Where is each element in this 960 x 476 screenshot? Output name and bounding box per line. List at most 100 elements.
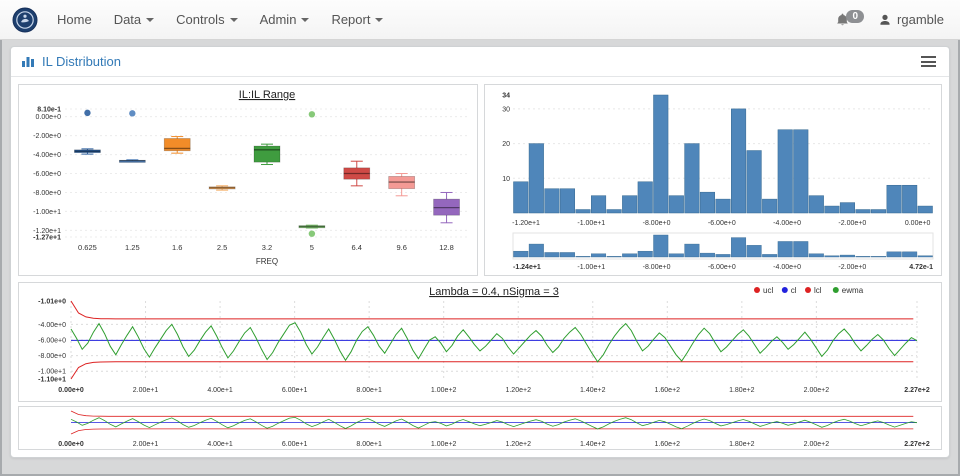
svg-text:ewma: ewma [842,286,864,295]
nav-item-report-label: Report [331,0,370,39]
svg-text:lcl: lcl [814,286,822,295]
ewma-range-selector[interactable]: 0.00e+02.00e+14.00e+16.00e+18.00e+11.00e… [19,407,941,449]
boxplot-chart[interactable]: IL:IL Range8.10e-10.00e+0-2.00e+0-4.00e+… [19,85,477,275]
svg-text:0.625: 0.625 [78,243,97,252]
caret-down-icon [230,18,238,22]
svg-text:2.00e+2: 2.00e+2 [804,387,830,394]
svg-text:6.00e+1: 6.00e+1 [282,441,308,448]
svg-text:-6.00e+0: -6.00e+0 [38,337,66,344]
svg-text:3.2: 3.2 [262,243,272,252]
svg-text:34: 34 [502,93,510,100]
svg-text:1.6: 1.6 [172,243,182,252]
svg-text:8.10e-1: 8.10e-1 [37,107,61,114]
svg-text:10: 10 [502,176,510,183]
svg-text:-8.00e+0: -8.00e+0 [38,353,66,360]
svg-text:2.00e+1: 2.00e+1 [133,387,159,394]
svg-text:4.72e-1: 4.72e-1 [909,264,933,271]
svg-text:1.60e+2: 1.60e+2 [655,387,681,394]
svg-text:-2.00e+0: -2.00e+0 [33,133,61,140]
boxplot-frame: IL:IL Range8.10e-10.00e+0-2.00e+0-4.00e+… [18,84,478,276]
svg-text:-1.00e+1: -1.00e+1 [33,209,61,216]
svg-text:9.6: 9.6 [396,243,406,252]
nav-item-home[interactable]: Home [46,0,103,39]
svg-text:-4.00e+0: -4.00e+0 [33,152,61,159]
svg-text:ucl: ucl [763,286,773,295]
svg-text:-8.00e+0: -8.00e+0 [643,264,671,271]
nav-item-admin-label: Admin [260,0,297,39]
crest-logo-icon [12,7,38,33]
caret-down-icon [146,18,154,22]
svg-text:6.4: 6.4 [352,243,362,252]
bar-chart-icon [21,55,35,68]
nav-item-data[interactable]: Data [103,0,165,39]
username-label: rgamble [897,12,944,27]
svg-text:8.00e+1: 8.00e+1 [356,441,382,448]
svg-text:-1.00e+1: -1.00e+1 [38,369,66,376]
svg-text:2.27e+2: 2.27e+2 [904,387,930,394]
nav-item-admin[interactable]: Admin [249,0,321,39]
svg-text:30: 30 [502,106,510,113]
svg-text:-2.00e+0: -2.00e+0 [838,264,866,271]
svg-text:-6.00e+0: -6.00e+0 [33,171,61,178]
svg-text:0.00e+0: 0.00e+0 [905,220,931,227]
svg-text:Lambda = 0.4, nSigma = 3: Lambda = 0.4, nSigma = 3 [429,286,559,298]
histogram-frame: 34 30 20 10 -1.20e+1 -1.00e+1 -8.00e+0 -6.00e+0… [484,84,942,276]
svg-text:8.00e+1: 8.00e+1 [356,387,382,394]
svg-text:2.00e+2: 2.00e+2 [804,441,830,448]
user-menu[interactable]: rgamble [878,12,944,27]
svg-text:1.60e+2: 1.60e+2 [655,441,681,448]
svg-text:1.80e+2: 1.80e+2 [729,441,755,448]
ewma-range-frame: 0.00e+02.00e+14.00e+16.00e+18.00e+11.00e… [18,406,942,450]
panel-title: IL Distribution [42,54,121,69]
svg-text:1.00e+2: 1.00e+2 [431,387,457,394]
svg-text:20: 20 [502,141,510,148]
svg-text:-8.00e+0: -8.00e+0 [643,220,671,227]
nav-item-home-label: Home [57,0,92,39]
svg-text:-1.00e+1: -1.00e+1 [577,220,605,227]
svg-text:cl: cl [791,286,797,295]
ewma-frame: Lambda = 0.4, nSigma = 3 ucl cl lcl ewma -1.0… [18,282,942,402]
svg-text:4.00e+1: 4.00e+1 [207,387,233,394]
svg-text:-1.10e+1: -1.10e+1 [38,377,66,384]
svg-text:2.5: 2.5 [217,243,227,252]
navbar: Home Data Controls Admin Report 0 rgambl… [0,0,960,40]
svg-text:1.40e+2: 1.40e+2 [580,387,606,394]
nav-item-controls[interactable]: Controls [165,0,248,39]
svg-text:-1.27e+1: -1.27e+1 [33,235,61,242]
histogram-chart[interactable]: 34 30 20 10 -1.20e+1 -1.00e+1 -8.00e+0 -6.00e+0… [485,85,941,275]
svg-text:2.00e+1: 2.00e+1 [133,441,159,448]
svg-text:-2.00e+0: -2.00e+0 [838,220,866,227]
svg-text:-6.00e+0: -6.00e+0 [708,264,736,271]
svg-text:-1.20e+1: -1.20e+1 [512,220,540,227]
caret-down-icon [375,18,383,22]
svg-text:-8.00e+0: -8.00e+0 [33,190,61,197]
svg-text:FREQ: FREQ [256,257,278,266]
caret-down-icon [301,18,309,22]
app-logo[interactable] [12,7,38,33]
panel-menu-button[interactable] [918,53,939,70]
nav-item-report[interactable]: Report [320,0,394,39]
svg-text:-6.00e+0: -6.00e+0 [708,220,736,227]
svg-text:4.00e+1: 4.00e+1 [207,441,233,448]
notifications-button[interactable]: 0 [835,12,864,28]
nav-item-controls-label: Controls [176,0,224,39]
panel-header: IL Distribution [11,47,949,77]
svg-text:1.20e+2: 1.20e+2 [505,441,531,448]
svg-text:1.20e+2: 1.20e+2 [505,387,531,394]
svg-text:12.8: 12.8 [439,243,454,252]
svg-text:2.27e+2: 2.27e+2 [904,441,930,448]
svg-text:-1.24e+1: -1.24e+1 [513,264,541,271]
svg-text:5: 5 [310,243,314,252]
il-distribution-panel: IL Distribution IL:IL Range8.10e-10.00e+… [10,46,950,458]
svg-text:1.25: 1.25 [125,243,140,252]
panel-body: IL:IL Range8.10e-10.00e+0-2.00e+0-4.00e+… [11,77,949,457]
svg-text:-4.00e+0: -4.00e+0 [38,322,66,329]
svg-text:1.40e+2: 1.40e+2 [580,441,606,448]
ewma-chart[interactable]: Lambda = 0.4, nSigma = 3 ucl cl lcl ewma -1.0… [19,283,941,401]
svg-text:-1.00e+1: -1.00e+1 [577,264,605,271]
svg-text:0.00e+0: 0.00e+0 [58,441,84,448]
notification-count-badge: 0 [846,10,864,23]
svg-text:-4.00e+0: -4.00e+0 [773,264,801,271]
nav-item-data-label: Data [114,0,141,39]
navbar-right: 0 rgamble [835,12,950,28]
